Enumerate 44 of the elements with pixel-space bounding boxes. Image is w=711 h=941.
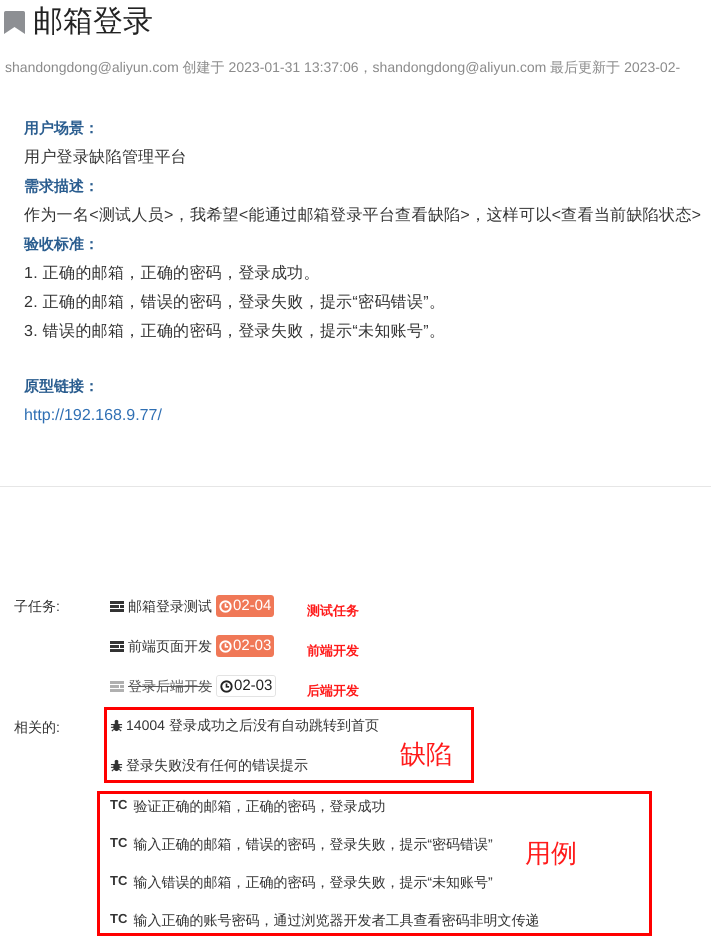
- clock-icon: [219, 600, 232, 612]
- field-label: 相关的:: [13, 718, 61, 737]
- due-date-badge: 02-04: [216, 595, 274, 617]
- related-test-link[interactable]: 验证正确的邮箱，正确的密码，登录成功: [133, 796, 386, 817]
- meta-info: shandongdong@aliyun.com 创建于 2023-01-31 13:37:06，shandongdong@aliyun.com 最后更新于 2023-02-: [4, 58, 682, 76]
- related-bug-link[interactable]: 登录失败没有任何的错误提示: [126, 754, 308, 776]
- subtask-link[interactable]: 邮箱登录测试: [128, 596, 212, 616]
- bug-icon: [110, 758, 123, 772]
- test-case-tag: TC: [110, 908, 128, 928]
- test-case-tag: TC: [110, 832, 128, 852]
- bug-icon: [110, 718, 123, 732]
- test-case-tag: TC: [110, 870, 128, 890]
- annotation-note: 测试任务: [307, 602, 359, 620]
- section-heading: 原型链接：: [24, 377, 99, 397]
- prototype-link[interactable]: http://192.168.9.77/: [24, 401, 162, 430]
- page-title: 邮箱登录: [33, 4, 153, 40]
- subtask-link[interactable]: 前端页面开发: [128, 636, 212, 656]
- section-heading: 验收标准：: [24, 235, 99, 255]
- subtask-link[interactable]: 登录后端开发: [128, 676, 212, 696]
- field-label: 子任务:: [13, 597, 61, 616]
- test-case-tag: TC: [110, 794, 128, 814]
- paragraph: 3. 错误的邮箱，正确的密码，登录失败，提示“未知账号”。: [24, 322, 446, 342]
- related-test-link[interactable]: 输入正确的账号密码，通过浏览器开发者工具查看密码非明文传递: [133, 910, 540, 931]
- section-heading: 用户场景：: [24, 119, 99, 139]
- paragraph: 用户登录缺陷管理平台: [24, 148, 187, 168]
- related-test-link[interactable]: 输入正确的邮箱，错误的密码，登录失败，提示“密码错误”: [133, 834, 493, 855]
- annotation-note: 用例: [525, 837, 577, 870]
- annotation-note: 前端开发: [307, 642, 359, 660]
- clock-icon: [219, 640, 232, 652]
- task-icon: [110, 680, 124, 692]
- paragraph: 2. 正确的邮箱，错误的密码，登录失败，提示“密码错误”。: [24, 292, 446, 313]
- annotation-note: 后端开发: [307, 682, 359, 700]
- due-date-badge: 02-03: [216, 675, 276, 697]
- task-icon: [110, 600, 124, 612]
- paragraph: 1. 正确的邮箱，正确的密码，登录成功。: [24, 264, 320, 284]
- annotation-note: 缺陷: [400, 738, 452, 770]
- due-date-badge: 02-03: [216, 635, 274, 657]
- related-test-link[interactable]: 输入错误的邮箱，正确的密码，登录失败，提示“未知账号”: [133, 872, 493, 893]
- related-bug-link[interactable]: 14004 登录成功之后没有自动跳转到首页: [126, 714, 379, 736]
- bookmark-icon: [4, 10, 25, 34]
- section-heading: 需求描述：: [24, 177, 99, 197]
- task-icon: [110, 640, 124, 652]
- paragraph: 作为一名<测试人员>，我希望<能通过邮箱登录平台查看缺陷>，这样可以<查看当前缺陷状态>: [24, 206, 702, 226]
- clock-icon: [220, 680, 233, 692]
